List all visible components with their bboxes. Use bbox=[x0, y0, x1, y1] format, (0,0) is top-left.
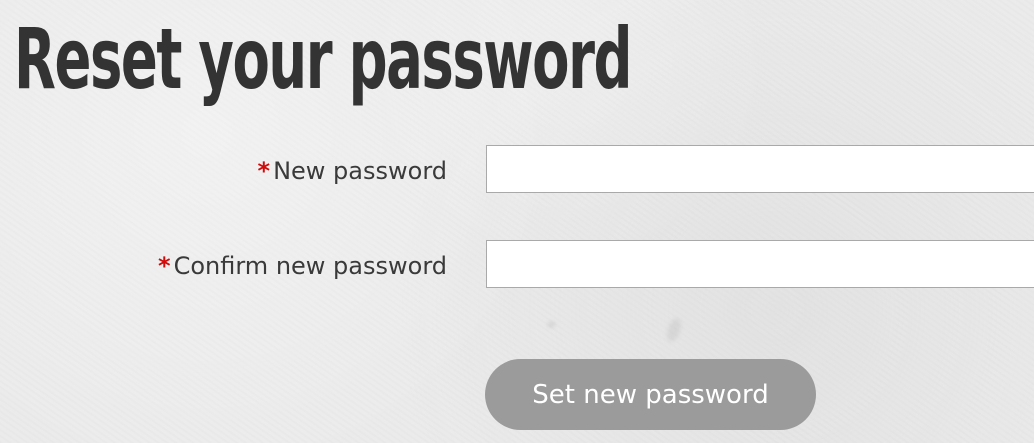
confirm-password-label: * Confirm new password bbox=[158, 249, 447, 283]
new-password-label-text: New password bbox=[273, 157, 447, 185]
paper-smudge bbox=[548, 322, 555, 327]
page-title: Reset your password bbox=[14, 10, 632, 108]
new-password-input[interactable] bbox=[486, 145, 1034, 193]
reset-password-page: Reset your password * New password * Confi… bbox=[0, 0, 1034, 443]
confirm-password-input[interactable] bbox=[486, 240, 1034, 288]
required-marker: * bbox=[158, 252, 171, 280]
confirm-password-label-text: Confirm new password bbox=[173, 252, 447, 280]
required-marker: * bbox=[257, 157, 271, 185]
new-password-label: * New password bbox=[258, 154, 447, 188]
set-new-password-button[interactable]: Set new password bbox=[485, 359, 816, 430]
paper-smudge bbox=[664, 316, 684, 344]
